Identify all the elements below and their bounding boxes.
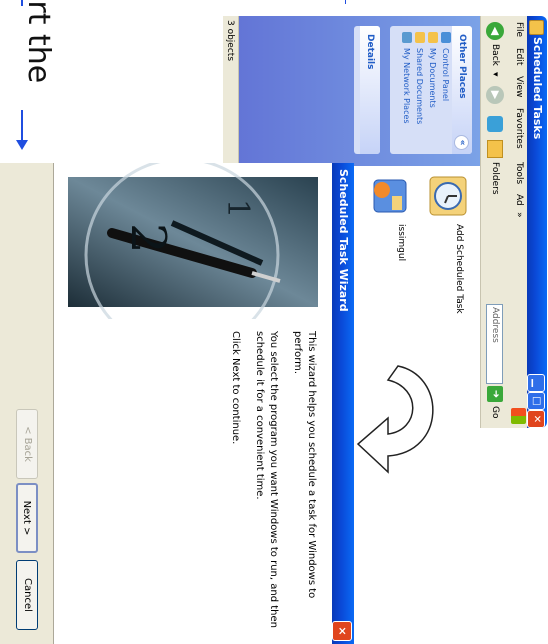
address-label: Address (490, 307, 500, 343)
svg-text:1: 1 (220, 199, 255, 218)
wizard-instructions: You select the program you want Windows … (254, 331, 279, 628)
place-my-network-places[interactable]: My Network Places (400, 26, 413, 154)
file-name: issimgul (396, 224, 406, 262)
other-places-header[interactable]: Other Places « (452, 26, 472, 154)
file-name: Add Scheduled Task (454, 224, 464, 314)
wizard-separator (53, 163, 54, 644)
back-dropdown-icon[interactable]: ▾ (490, 72, 500, 77)
back-button[interactable]: < Back (16, 409, 38, 479)
curved-arrow-icon (356, 365, 434, 474)
blue-arrow-line (21, 110, 23, 142)
place-my-documents[interactable]: My Documents (426, 26, 439, 154)
menu-bar: File Edit View Favorites Tools Ad » (508, 16, 527, 428)
slide-caption-text: art the (21, 0, 56, 84)
minimize-button[interactable]: ▁ (527, 374, 545, 392)
scheduled-task-wizard: Scheduled Task Wizard × 2 1 This wizard … (0, 163, 354, 644)
menu-advanced[interactable]: Ad (514, 194, 524, 206)
network-places-icon (402, 32, 412, 43)
explorer-title: Scheduled Tasks (531, 37, 544, 140)
wizard-close-button[interactable]: × (332, 621, 352, 641)
slide-caption: art the (13, 0, 63, 110)
details-panel: Details (354, 26, 380, 154)
folders-button-label[interactable]: Folders (490, 162, 500, 195)
up-folder-icon[interactable] (487, 116, 503, 132)
wizard-title: Scheduled Task Wizard (337, 169, 350, 312)
wizard-description: This wizard helps you schedule a task fo… (218, 331, 318, 631)
back-button-label[interactable]: Back (490, 44, 500, 66)
details-title: Details (365, 34, 375, 70)
wizard-intro: This wizard helps you schedule a task fo… (292, 331, 317, 599)
close-button[interactable]: ✕ (527, 410, 545, 428)
folders-icon[interactable] (487, 140, 503, 158)
wizard-clock-image: 2 1 (68, 163, 318, 319)
menu-edit[interactable]: Edit (514, 48, 524, 65)
address-bar[interactable]: Address (486, 304, 503, 384)
wizard-title-bar[interactable]: Scheduled Task Wizard × (332, 163, 354, 644)
forward-arrow-icon[interactable]: ▶ (486, 86, 504, 104)
cancel-button[interactable]: Cancel (16, 560, 38, 630)
menu-file[interactable]: File (514, 22, 524, 37)
maximize-button[interactable]: □ (527, 392, 545, 410)
task-pane: Other Places « Control Panel My Document… (239, 16, 480, 166)
add-scheduled-task-icon (429, 176, 467, 216)
other-places-title: Other Places (457, 34, 467, 99)
blue-arrow-down-icon (16, 140, 28, 150)
scheduled-tasks-folder-icon (529, 20, 544, 35)
my-documents-icon (428, 32, 438, 43)
go-button-label[interactable]: Go (490, 406, 500, 418)
menu-view[interactable]: View (514, 76, 524, 97)
wizard-continue-hint: Click Next to continue. (230, 331, 241, 445)
other-places-panel: Other Places « Control Panel My Document… (390, 26, 472, 154)
wizard-body: 2 1 This wizard helps you schedule a tas… (54, 163, 332, 644)
go-arrow-icon[interactable]: ➜ (487, 386, 503, 402)
object-count: 3 objects (225, 20, 235, 62)
next-button[interactable]: Next > (16, 483, 38, 553)
windows-logo-icon (511, 408, 526, 424)
place-shared-documents[interactable]: Shared Documents (413, 26, 426, 154)
explorer-title-bar[interactable]: Scheduled Tasks ▁ □ ✕ (527, 16, 547, 428)
shared-documents-icon (415, 32, 425, 43)
file-item-task[interactable]: issimgul (366, 174, 414, 314)
back-arrow-icon[interactable]: ◀ (486, 22, 504, 40)
toolbar: ◀ Back ▾ ▶ Folders Address ➜ Go (480, 16, 509, 428)
file-item-add-scheduled-task[interactable]: Add Scheduled Task (424, 174, 472, 314)
menu-favorites[interactable]: Favorites (514, 108, 524, 149)
blue-line-top (21, 0, 23, 6)
scheduled-task-icon (373, 179, 407, 213)
menu-overflow[interactable]: » (514, 212, 524, 218)
place-control-panel[interactable]: Control Panel (439, 26, 452, 154)
svg-text:2: 2 (120, 223, 176, 254)
menu-tools[interactable]: Tools (514, 162, 524, 184)
collapse-chevron-icon[interactable]: « (454, 135, 469, 150)
details-header[interactable]: Details (360, 26, 380, 154)
blue-line-right (345, 0, 346, 4)
control-panel-icon (441, 32, 451, 43)
